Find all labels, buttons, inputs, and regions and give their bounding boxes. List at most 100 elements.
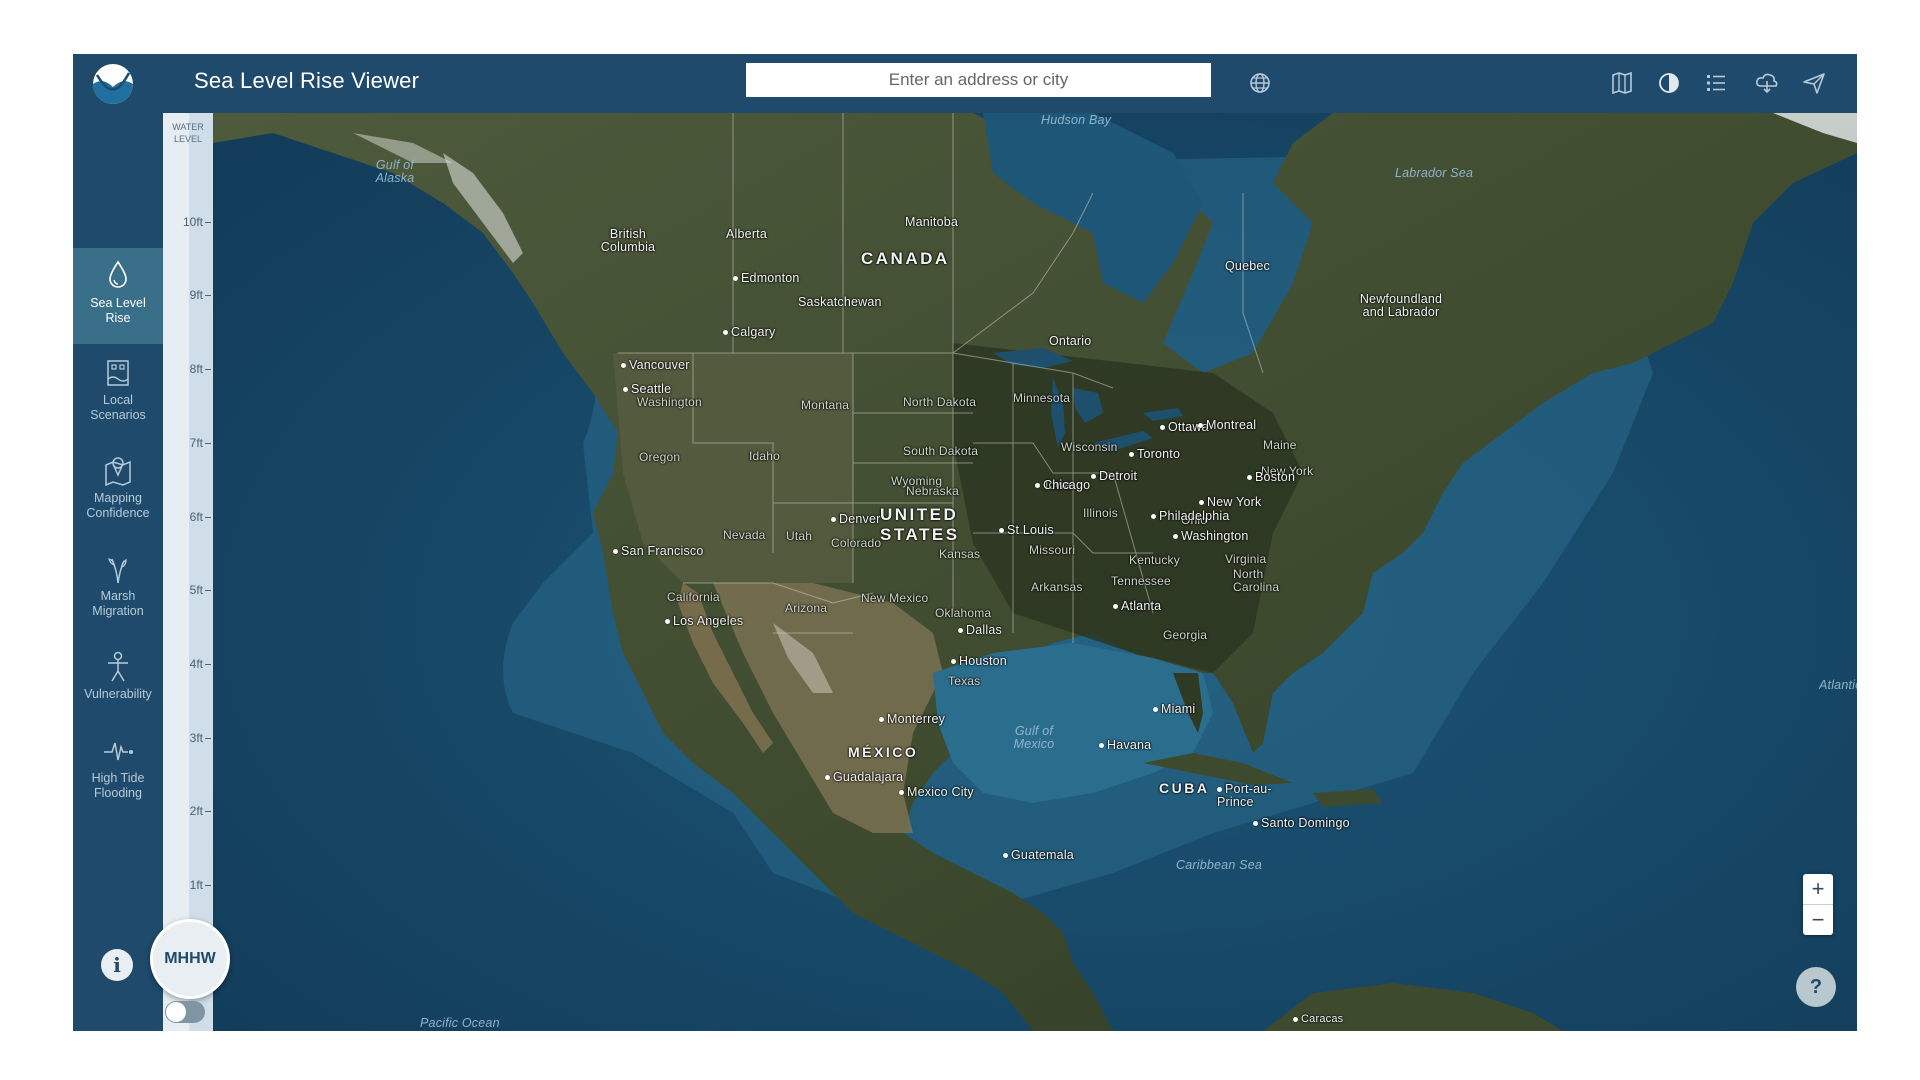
- share-send-icon[interactable]: [1801, 70, 1827, 96]
- map-label-state: Illinois: [1083, 506, 1118, 520]
- sidebar-item-local-scenarios[interactable]: Local Scenarios: [73, 345, 163, 441]
- map-label-water: Atlantic Ocean: [1819, 678, 1857, 692]
- map-label-province: Alberta: [726, 227, 768, 241]
- app-window: Sea Level Rise Viewer Enter an address o…: [73, 54, 1857, 1031]
- zoom-out-button[interactable]: −: [1803, 904, 1833, 935]
- slider-tick: 6ft: [163, 509, 211, 525]
- map-label-city: Guatemala: [1003, 848, 1074, 862]
- map-label-province: Manitoba: [905, 215, 959, 229]
- map-label-state: Texas: [948, 674, 981, 688]
- map-label-city: Toronto: [1129, 447, 1180, 461]
- map-label-city: Philadelphia: [1151, 509, 1230, 523]
- map-label-province: British Columbia: [600, 227, 656, 254]
- map-label-water: Caribbean Sea: [1176, 858, 1262, 872]
- map-label-city: Detroit: [1091, 469, 1137, 483]
- map-label-state: South Dakota: [903, 444, 979, 458]
- water-drop-icon: [109, 260, 127, 288]
- map-label-water: Hudson Bay: [1041, 113, 1112, 127]
- sidebar-item-high-tide-flooding[interactable]: High Tide Flooding: [73, 723, 163, 819]
- map-label-water: Gulf of Mexico: [1013, 724, 1055, 751]
- sidebar-item-label: Sea Level Rise: [90, 296, 146, 325]
- map-label-city: Edmonton: [733, 271, 800, 285]
- map-label-state: Oregon: [639, 450, 681, 464]
- map-label-province: Saskatchewan: [798, 295, 882, 309]
- sidebar-item-marsh-migration[interactable]: Marsh Migration: [73, 541, 163, 637]
- slider-track[interactable]: [189, 113, 213, 1031]
- map-label-state: Montana: [801, 398, 850, 412]
- map-label-water: Labrador Sea: [1395, 166, 1474, 180]
- map-label-city: Atlanta: [1113, 599, 1161, 613]
- help-button[interactable]: ?: [1796, 967, 1836, 1007]
- map-label-state: Georgia: [1163, 628, 1208, 642]
- sidebar-item-label: Mapping Confidence: [86, 491, 150, 520]
- water-level-slider[interactable]: WATER LEVEL 10ft 9ft 8ft 7ft 6ft 5ft 4ft…: [163, 113, 213, 1031]
- map-label-country: MÉXICO: [848, 744, 919, 760]
- map-label-city: Calgary: [723, 325, 775, 339]
- map-label-province: Ontario: [1049, 334, 1092, 348]
- map-label-state: Kansas: [939, 547, 981, 561]
- map-label-state: Tennessee: [1111, 574, 1171, 588]
- slider-tick: 4ft: [163, 656, 211, 672]
- slider-title: WATER LEVEL: [172, 122, 204, 144]
- map-label-city: Montreal: [1198, 418, 1256, 432]
- download-cloud-icon[interactable]: [1754, 70, 1780, 96]
- zoom-in-button[interactable]: +: [1803, 874, 1833, 904]
- map-label-city: Miami: [1153, 702, 1195, 716]
- map-label-city: New York: [1199, 495, 1261, 509]
- noaa-logo-icon[interactable]: [89, 63, 137, 105]
- map-label-city: Caracas: [1293, 1013, 1343, 1025]
- map-label-state: Idaho: [749, 449, 781, 463]
- legend-list-icon[interactable]: [1703, 70, 1729, 96]
- water-level-handle[interactable]: MHHW: [150, 919, 230, 999]
- map-label-city: Havana: [1099, 738, 1151, 752]
- slider-tick: 2ft: [163, 803, 211, 819]
- map-label-state: Arkansas: [1031, 580, 1083, 594]
- slider-tick: 5ft: [163, 582, 211, 598]
- mapping-confidence-icon: [105, 457, 131, 487]
- map-label-city: Monterrey: [879, 712, 945, 726]
- map-label-state: North Carolina: [1233, 567, 1280, 594]
- map-label-city: Seattle: [623, 382, 671, 396]
- info-button[interactable]: i: [101, 949, 133, 981]
- globe-icon[interactable]: [1248, 71, 1272, 95]
- map-label-state: Colorado: [831, 536, 882, 550]
- map-label-city: Houston: [951, 654, 1007, 668]
- map-label-city: San Francisco: [613, 544, 704, 558]
- sidebar-item-label: Vulnerability: [84, 687, 152, 701]
- map-label-city: Dallas: [958, 623, 1002, 637]
- map-label-city: Chicago: [1035, 478, 1090, 492]
- map-label-city: Boston: [1247, 470, 1295, 484]
- slider-tick: 8ft: [163, 361, 211, 377]
- header-bar: Sea Level Rise Viewer: [73, 54, 1857, 113]
- search-input[interactable]: [746, 63, 1211, 97]
- map-label-country: UNITED STATES: [880, 505, 960, 544]
- contrast-icon[interactable]: [1656, 70, 1682, 96]
- slider-tick: 10ft: [163, 214, 211, 230]
- map-label-state: Virginia: [1225, 552, 1267, 566]
- basemap-icon[interactable]: [1609, 70, 1635, 96]
- sidebar-item-sea-level-rise[interactable]: Sea Level Rise: [73, 248, 163, 344]
- marsh-plant-icon: [108, 558, 127, 584]
- map-label-state: Oklahoma: [935, 606, 992, 620]
- map-label-state: Utah: [786, 529, 813, 543]
- slider-tick: 1ft: [163, 877, 211, 893]
- sidebar-item-label: Local Scenarios: [90, 393, 146, 422]
- person-icon: [108, 651, 128, 682]
- map-label-country: CUBA: [1159, 780, 1210, 796]
- map-label-state: California: [667, 590, 720, 604]
- map-label-country: CANADA: [861, 249, 950, 268]
- map-label-state: Kentucky: [1129, 553, 1180, 567]
- sidebar-item-mapping-confidence[interactable]: Mapping Confidence: [73, 443, 163, 539]
- sidebar-item-label: Marsh Migration: [92, 589, 144, 618]
- map-label-state: Washington: [637, 395, 702, 409]
- map-label-city: Los Angeles: [665, 614, 743, 628]
- map-label-province: Newfoundland and Labrador: [1359, 292, 1443, 319]
- map-canvas[interactable]: CANADA UNITED STATES MÉXICO CUBA British…: [213, 113, 1857, 1031]
- map-label-city: Santo Domingo: [1253, 816, 1350, 830]
- map-label-city: Mexico City: [899, 785, 974, 799]
- sidebar-item-vulnerability[interactable]: Vulnerability: [73, 639, 163, 735]
- layer-toggle[interactable]: [165, 1001, 205, 1023]
- map-label-state: Nevada: [723, 528, 766, 542]
- map-label-state: North Dakota: [903, 395, 977, 409]
- map-label-state: Maine: [1263, 438, 1297, 452]
